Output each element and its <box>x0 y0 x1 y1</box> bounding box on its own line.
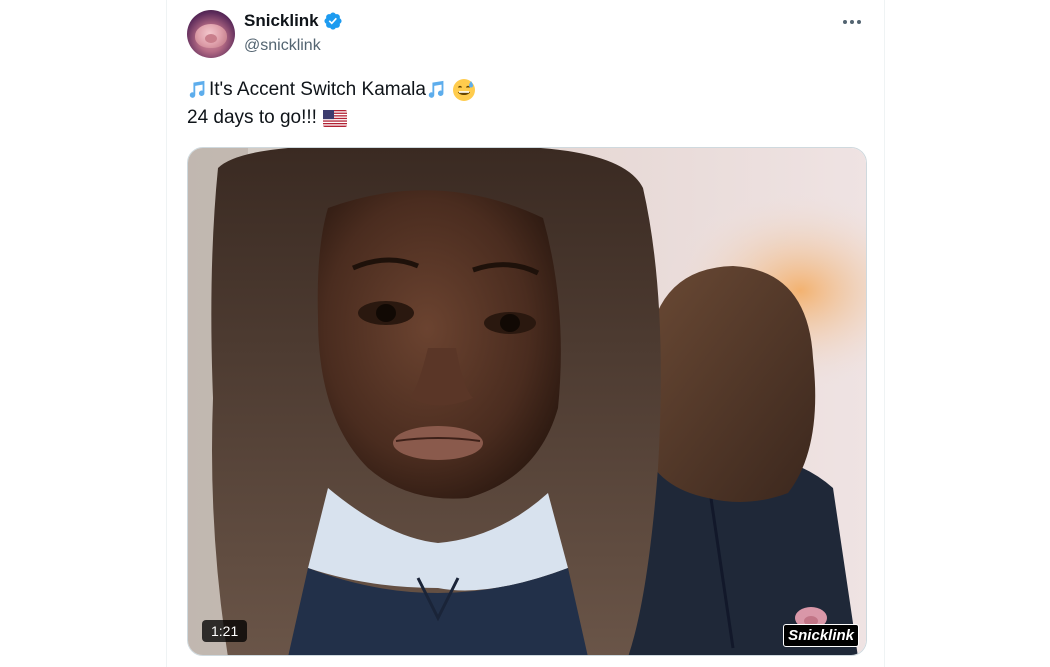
tweet-text-main: It's Accent Switch Kamala <box>209 79 426 100</box>
musical-notes-icon <box>428 80 444 98</box>
avatar[interactable] <box>187 10 235 58</box>
tweet-text-countdown: 24 days to go!!! <box>187 107 317 128</box>
tweet-card: Snicklink @snicklink It's Accent Switch … <box>166 0 885 667</box>
page: Snicklink @snicklink It's Accent Switch … <box>0 0 1050 667</box>
author-handle[interactable]: @snicklink <box>244 37 321 55</box>
more-options-icon[interactable] <box>840 12 864 32</box>
tweet-text-line-2: 24 days to go!!! <box>187 104 476 132</box>
avatar-nose <box>205 34 217 43</box>
verified-badge-icon <box>324 12 342 30</box>
author-name-row: Snicklink <box>244 11 343 31</box>
video-duration: 1:21 <box>202 620 248 642</box>
watermark-text: Snicklink <box>783 624 859 647</box>
tweet-text: It's Accent Switch Kamala 24 days to go!… <box>187 76 476 132</box>
grinning-sweat-icon <box>452 79 475 101</box>
musical-notes-icon <box>189 80 205 98</box>
tweet-text-line-1: It's Accent Switch Kamala <box>187 76 476 104</box>
watermark: Snicklink <box>781 604 861 649</box>
video-thumbnail <box>188 148 866 655</box>
video-player[interactable]: 1:21 Snicklink <box>187 147 867 656</box>
us-flag-icon <box>322 109 347 127</box>
display-name[interactable]: Snicklink <box>244 11 319 31</box>
